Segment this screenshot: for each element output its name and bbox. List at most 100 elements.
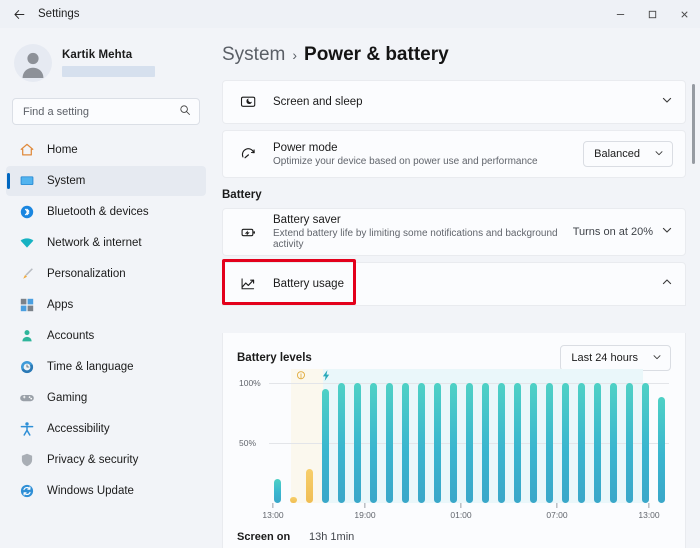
sidebar-item-label: Apps — [47, 299, 74, 311]
chart-x-tick-label: 01:00 — [450, 510, 472, 520]
chart-bar — [305, 469, 313, 503]
power-mode-label: Power mode — [273, 141, 338, 154]
breadcrumb-separator-icon: › — [292, 47, 298, 63]
chart-x-tick: 13:00 — [262, 503, 284, 520]
battery-usage-panel: Battery levels Last 24 hours 50% 100% 13:… — [222, 333, 686, 548]
power-mode-select-value: Balanced — [594, 148, 640, 160]
chart-x-tick-label: 13:00 — [638, 510, 660, 520]
sidebar-item-network-internet[interactable]: Network & internet — [6, 228, 206, 258]
sidebar-item-windows-update[interactable]: Windows Update — [6, 476, 206, 506]
sidebar-item-label: Accounts — [47, 330, 95, 342]
sidebar-item-label: Home — [47, 144, 78, 156]
chart-bar — [401, 383, 409, 503]
chart-x-tickmark — [364, 503, 366, 508]
sidebar-item-gaming[interactable]: Gaming — [6, 383, 206, 413]
chart-x-tick: 13:00 — [638, 503, 660, 520]
chart-bar — [545, 383, 553, 503]
chart-x-tick-label: 13:00 — [262, 510, 284, 520]
back-button[interactable] — [6, 3, 32, 25]
chart-bar — [417, 383, 425, 503]
battery-saver-label: Battery saver — [273, 214, 341, 226]
chart-bar — [497, 383, 505, 503]
sidebar-item-label: Privacy & security — [47, 454, 139, 466]
chart-bar — [529, 383, 537, 503]
chart-x-tick-label: 19:00 — [354, 510, 376, 520]
home-icon — [18, 141, 36, 159]
vertical-scrollbar[interactable] — [689, 32, 698, 512]
search-input[interactable] — [13, 105, 163, 118]
chart-bar — [353, 383, 361, 503]
chart-y-tick-label: 100% — [239, 378, 261, 388]
sidebar: Kartik Mehta Home — [0, 28, 212, 548]
sidebar-item-home[interactable]: Home — [6, 135, 206, 165]
power-mode-row[interactable]: Power mode Optimize your device based on… — [222, 130, 686, 178]
screen-and-sleep-label: Screen and sleep — [273, 96, 363, 108]
accessibility-icon — [18, 420, 36, 438]
apps-grid-icon — [18, 296, 36, 314]
person-icon — [18, 327, 36, 345]
main-content: System › Power & battery Screen and slee… — [212, 28, 700, 548]
sidebar-item-accessibility[interactable]: Accessibility — [6, 414, 206, 444]
clock-icon — [18, 358, 36, 376]
sidebar-item-label: Bluetooth & devices — [47, 206, 149, 218]
chevron-up-icon[interactable] — [661, 275, 673, 293]
chart-bar — [609, 383, 617, 503]
sidebar-item-label: Gaming — [47, 392, 88, 404]
search-box[interactable] — [12, 98, 200, 125]
battery-usage-label: Battery usage — [273, 278, 344, 290]
user-profile[interactable]: Kartik Mehta — [0, 28, 212, 88]
update-arrows-icon — [18, 482, 36, 500]
chevron-down-icon[interactable] — [661, 223, 673, 241]
sidebar-item-apps[interactable]: Apps — [6, 290, 206, 320]
gamepad-icon — [18, 389, 36, 407]
battery-levels-chart: 50% 100% 13:00 19:00 01:00 07:00 13:00 — [237, 369, 671, 525]
battery-saver-row[interactable]: Battery saver Extend battery life by lim… — [222, 208, 686, 256]
chart-bar — [273, 479, 281, 503]
sidebar-item-label: System — [47, 175, 86, 187]
chart-bar — [433, 383, 441, 503]
window-controls — [604, 0, 700, 28]
breadcrumb-parent[interactable]: System — [222, 44, 285, 66]
chart-x-tickmark — [648, 503, 650, 508]
time-range-select[interactable]: Last 24 hours — [560, 345, 671, 371]
chart-x-tick-label: 07:00 — [546, 510, 568, 520]
sidebar-item-system[interactable]: System — [6, 166, 206, 196]
summary-row: Screen on 13h 1min — [237, 531, 671, 543]
sidebar-item-privacy-security[interactable]: Privacy & security — [6, 445, 206, 475]
chart-bar — [625, 383, 633, 503]
chart-x-tick: 01:00 — [450, 503, 472, 520]
usage-chart-icon — [237, 273, 259, 295]
sidebar-item-time-language[interactable]: Time & language — [6, 352, 206, 382]
minimize-button[interactable] — [604, 0, 636, 28]
wifi-icon — [18, 234, 36, 252]
chart-x-tickmark — [556, 503, 558, 508]
chart-bar — [385, 383, 393, 503]
chart-y-tick-label: 50% — [239, 438, 257, 448]
screen-and-sleep-row[interactable]: Screen and sleep — [222, 80, 686, 124]
chart-x-tickmark — [272, 503, 274, 508]
chart-bar — [337, 383, 345, 503]
chart-bar — [641, 383, 649, 503]
sidebar-item-label: Accessibility — [47, 423, 110, 435]
close-button[interactable] — [668, 0, 700, 28]
sidebar-item-accounts[interactable]: Accounts — [6, 321, 206, 351]
battery-usage-row[interactable]: Battery usage — [222, 262, 686, 306]
avatar — [14, 44, 52, 82]
chart-bar — [321, 389, 329, 503]
battery-saver-status: Turns on at 20% — [572, 226, 653, 238]
power-gauge-icon — [237, 143, 259, 165]
chart-bar — [449, 383, 457, 503]
sidebar-item-bluetooth-devices[interactable]: Bluetooth & devices — [6, 197, 206, 227]
page-title: Power & battery — [304, 44, 449, 65]
screen-sleep-icon — [237, 91, 259, 113]
chart-plot-area: 50% 100% — [239, 369, 669, 503]
chart-x-axis: 13:00 19:00 01:00 07:00 13:00 — [262, 503, 669, 525]
chevron-down-icon[interactable] — [661, 93, 673, 111]
maximize-button[interactable] — [636, 0, 668, 28]
screen-on-label: Screen on — [237, 531, 291, 543]
chart-bar — [577, 383, 585, 503]
power-mode-select[interactable]: Balanced — [583, 141, 673, 167]
chart-bar — [369, 383, 377, 503]
scrollbar-thumb[interactable] — [692, 84, 695, 164]
sidebar-item-personalization[interactable]: Personalization — [6, 259, 206, 289]
